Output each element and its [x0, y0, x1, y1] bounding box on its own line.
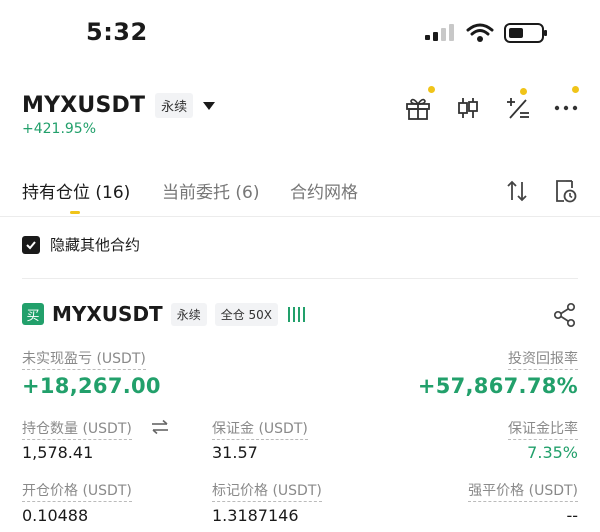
status-time: 5:32: [86, 18, 148, 46]
tab-grid[interactable]: 合约网格: [290, 178, 358, 203]
contract-header: MYXUSDT 永续 +421.95%: [0, 80, 600, 150]
tab-open-orders[interactable]: 当前委托 (6): [162, 178, 259, 203]
position-qty-label[interactable]: 持仓数量 (USDT): [22, 418, 132, 440]
entry-price-value: 0.10488: [22, 506, 89, 525]
hide-other-label: 隐藏其他合约: [50, 236, 141, 254]
unrealized-pnl-value: +18,267.00: [22, 374, 161, 398]
margin-ratio-value: 7.35%: [527, 443, 578, 462]
position-qty-value: 1,578.41: [22, 443, 94, 462]
unrealized-pnl-label[interactable]: 未实现盈亏 (USDT): [22, 348, 146, 370]
divider: [22, 278, 578, 279]
margin-mode-tag[interactable]: 全仓 50X: [214, 302, 279, 326]
gift-icon[interactable]: [404, 94, 432, 122]
mark-price-label[interactable]: 标记价格 (USDT): [212, 480, 322, 502]
sort-icon[interactable]: [504, 178, 530, 204]
share-icon[interactable]: [552, 302, 578, 328]
margin-ratio-label[interactable]: 保证金比率: [508, 418, 578, 440]
swap-icon[interactable]: [150, 419, 170, 435]
entry-price-label[interactable]: 开仓价格 (USDT): [22, 480, 132, 502]
battery-icon: [504, 23, 547, 43]
active-tab-indicator: [70, 211, 80, 214]
liquidation-price-value: --: [566, 506, 578, 525]
risk-level-icon: [288, 306, 306, 322]
contract-symbol: MYXUSDT: [22, 93, 146, 118]
price-change: +421.95%: [22, 121, 97, 137]
notification-dot: [572, 86, 579, 93]
notification-dot: [520, 88, 527, 95]
roi-label[interactable]: 投资回报率: [508, 348, 578, 370]
wifi-icon: [466, 23, 494, 42]
calculator-icon[interactable]: [504, 94, 532, 122]
perpetual-tag: 永续: [170, 302, 207, 326]
caret-down-icon: [203, 101, 216, 110]
divider: [0, 216, 600, 217]
side-badge: 买: [22, 303, 44, 325]
liquidation-price-label[interactable]: 强平价格 (USDT): [468, 480, 578, 502]
status-bar: 5:32: [0, 0, 600, 68]
position-header: 买 MYXUSDT 永续 全仓 50X: [22, 302, 306, 326]
tab-positions[interactable]: 持有仓位 (16): [22, 178, 130, 203]
cellular-signal-icon: [425, 24, 454, 41]
checkbox-checked[interactable]: [22, 235, 40, 254]
candlestick-chart-icon[interactable]: [454, 94, 482, 122]
position-symbol: MYXUSDT: [52, 302, 163, 326]
more-options-icon[interactable]: [552, 94, 580, 122]
margin-value: 31.57: [212, 443, 258, 462]
margin-label[interactable]: 保证金 (USDT): [212, 418, 308, 440]
perpetual-tag: 永续: [155, 93, 194, 118]
symbol-selector[interactable]: MYXUSDT 永续: [22, 93, 216, 118]
position-tabs: 持有仓位 (16) 当前委托 (6) 合约网格: [0, 176, 600, 216]
notification-dot: [428, 86, 435, 93]
roi-value: +57,867.78%: [417, 374, 578, 398]
checkmark-icon: [26, 240, 36, 249]
history-icon[interactable]: [552, 178, 578, 204]
hide-other-contracts-toggle[interactable]: 隐藏其他合约: [22, 234, 140, 255]
mark-price-value: 1.3187146: [212, 506, 299, 525]
